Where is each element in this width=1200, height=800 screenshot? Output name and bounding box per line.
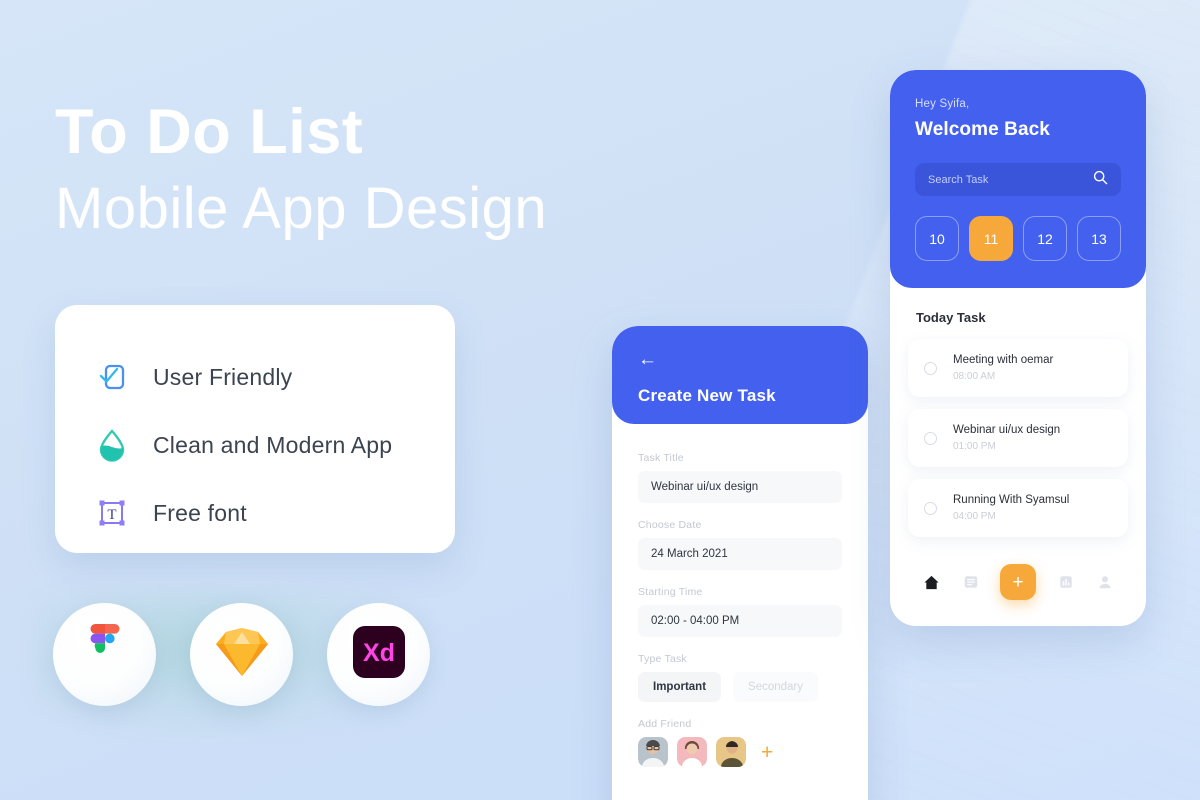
field-choose-date: Choose Date 24 March 2021 bbox=[638, 519, 842, 570]
home-header: Hey Syifa, Welcome Back Search Task 10 1… bbox=[890, 70, 1146, 288]
date-chip-11[interactable]: 11 bbox=[969, 216, 1013, 261]
welcome-title: Welcome Back bbox=[915, 119, 1050, 140]
task-time: 01:00 PM bbox=[953, 441, 996, 452]
feature-label: Clean and Modern App bbox=[153, 431, 393, 458]
home-screen: Hey Syifa, Welcome Back Search Task 10 1… bbox=[890, 70, 1146, 626]
task-checkbox[interactable] bbox=[924, 501, 937, 515]
field-task-title: Task Title Webinar ui/ux design bbox=[638, 452, 842, 503]
field-starting-time: Starting Time 02:00 - 04:00 PM bbox=[638, 586, 842, 637]
feature-label: Free font bbox=[153, 499, 247, 526]
create-task-header: ← Create New Task bbox=[612, 326, 868, 424]
field-label: Starting Time bbox=[638, 586, 703, 598]
chart-icon[interactable] bbox=[1056, 573, 1075, 592]
task-list: Meeting with oemar 08:00 AM Webinar ui/u… bbox=[890, 325, 1146, 537]
title-line-2: Mobile App Design bbox=[55, 176, 548, 242]
search-placeholder: Search Task bbox=[928, 173, 989, 186]
search-input[interactable]: Search Task bbox=[915, 163, 1121, 196]
figma-badge bbox=[53, 603, 156, 706]
sketch-badge bbox=[190, 603, 293, 706]
friend-avatar-list: + bbox=[638, 737, 842, 767]
droplet-icon bbox=[93, 426, 131, 464]
task-row[interactable]: Running With Syamsul 04:00 PM bbox=[908, 479, 1128, 537]
title-line-1: To Do List bbox=[55, 97, 364, 167]
task-time: 08:00 AM bbox=[953, 371, 996, 382]
today-task-heading: Today Task bbox=[916, 310, 986, 325]
type-task-options: Important Secondary bbox=[638, 672, 842, 702]
task-time: 04:00 PM bbox=[953, 511, 996, 522]
field-label: Add Friend bbox=[638, 718, 692, 730]
field-label: Type Task bbox=[638, 653, 687, 665]
type-chip-important[interactable]: Important bbox=[638, 672, 722, 702]
adobe-xd-logo-icon: Xd bbox=[351, 624, 407, 685]
figma-logo-icon bbox=[85, 624, 125, 685]
plus-icon[interactable]: + bbox=[761, 742, 773, 763]
feature-card: User Friendly Clean and Modern App T Fre… bbox=[55, 305, 455, 553]
task-name: Meeting with oemar bbox=[953, 354, 1054, 366]
date-chip-13[interactable]: 13 bbox=[1077, 216, 1121, 261]
arrow-left-icon[interactable]: ← bbox=[638, 350, 842, 369]
create-task-screen: ← Create New Task Task Title Webinar ui/… bbox=[612, 326, 868, 800]
sketch-logo-icon bbox=[214, 626, 270, 683]
field-add-friend: Add Friend + bbox=[638, 718, 842, 767]
search-icon[interactable] bbox=[1093, 170, 1108, 190]
feature-item-free-font: T Free font bbox=[93, 479, 455, 547]
app-badge-list: Xd bbox=[53, 603, 430, 706]
task-name: Running With Syamsul bbox=[953, 494, 1070, 506]
type-chip-secondary[interactable]: Secondary bbox=[733, 672, 819, 702]
task-row[interactable]: Webinar ui/ux design 01:00 PM bbox=[908, 409, 1128, 467]
checklist-icon bbox=[93, 358, 131, 396]
bottom-navigation: + bbox=[890, 564, 1146, 600]
date-selector: 10 11 12 13 bbox=[915, 216, 1121, 261]
list-icon[interactable] bbox=[961, 573, 980, 592]
field-type-task: Type Task Important Secondary bbox=[638, 653, 842, 702]
home-icon[interactable] bbox=[922, 573, 941, 592]
avatar[interactable] bbox=[638, 737, 668, 767]
profile-icon[interactable] bbox=[1095, 573, 1114, 592]
text-tool-icon: T bbox=[93, 494, 131, 532]
page-title: To Do List Mobile App Design bbox=[55, 95, 547, 244]
field-label: Task Title bbox=[638, 452, 684, 464]
date-chip-10[interactable]: 10 bbox=[915, 216, 959, 261]
svg-text:T: T bbox=[107, 507, 116, 523]
svg-text:Xd: Xd bbox=[363, 639, 395, 667]
create-task-form: Task Title Webinar ui/ux design Choose D… bbox=[612, 424, 868, 767]
task-checkbox[interactable] bbox=[924, 431, 937, 445]
task-checkbox[interactable] bbox=[924, 361, 937, 375]
add-task-fab[interactable]: + bbox=[1000, 564, 1036, 600]
field-label: Choose Date bbox=[638, 519, 702, 531]
choose-date-input[interactable]: 24 March 2021 bbox=[638, 538, 842, 570]
greeting-text: Hey Syifa, bbox=[915, 98, 970, 110]
feature-label: User Friendly bbox=[153, 363, 293, 390]
avatar[interactable] bbox=[677, 737, 707, 767]
task-row[interactable]: Meeting with oemar 08:00 AM bbox=[908, 339, 1128, 397]
adobe-xd-badge: Xd bbox=[327, 603, 430, 706]
feature-item-clean-modern: Clean and Modern App bbox=[93, 411, 455, 479]
starting-time-input[interactable]: 02:00 - 04:00 PM bbox=[638, 605, 842, 637]
date-chip-12[interactable]: 12 bbox=[1023, 216, 1067, 261]
task-title-input[interactable]: Webinar ui/ux design bbox=[638, 471, 842, 503]
avatar[interactable] bbox=[716, 737, 746, 767]
task-name: Webinar ui/ux design bbox=[953, 424, 1061, 436]
feature-item-user-friendly: User Friendly bbox=[93, 343, 455, 411]
create-task-title: Create New Task bbox=[638, 386, 776, 405]
